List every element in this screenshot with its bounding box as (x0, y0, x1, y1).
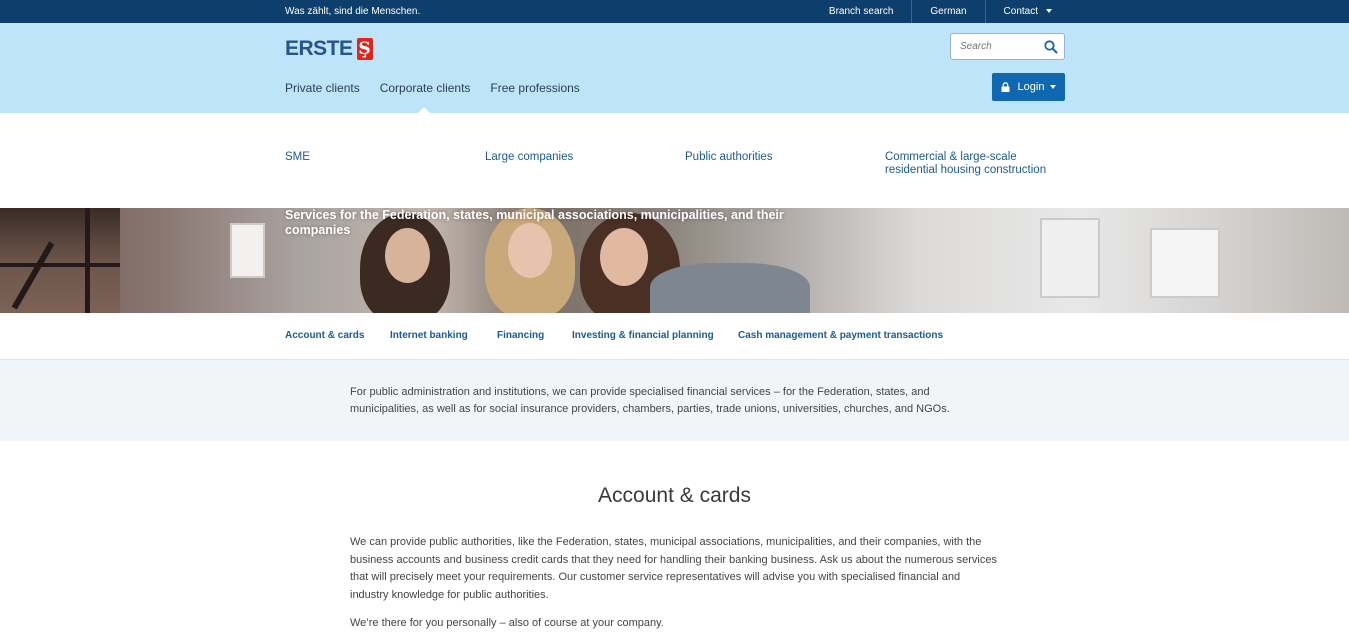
section-tabs: Account & cards Internet banking Financi… (0, 313, 1349, 360)
tab-cash-management[interactable]: Cash management & payment transactions (738, 330, 943, 341)
caret-down-icon (1046, 9, 1052, 14)
subnav-large-companies[interactable]: Large companies (485, 151, 675, 164)
slogan: Was zählt, sind die Menschen. (285, 6, 421, 17)
login-label: Login (1017, 81, 1045, 93)
hero-photo-jacket (650, 263, 810, 313)
content-paragraph: We can provide public authorities, like … (350, 536, 997, 601)
erste-logo[interactable]: ERSTE Ş (285, 37, 373, 61)
search-box (950, 33, 1065, 60)
tab-account-cards[interactable]: Account & cards (285, 330, 364, 341)
search-icon[interactable] (1043, 39, 1059, 55)
subnav-commercial-housing[interactable]: Commercial & large-scale residential hou… (885, 151, 1060, 177)
lock-icon (1001, 82, 1010, 92)
top-links: Branch search German Contact (811, 0, 1064, 23)
hero-title: Services for the Federation, states, mun… (285, 208, 784, 237)
hero-photo-window (1040, 218, 1100, 298)
main-nav: Private clients Corporate clients Free p… (285, 81, 600, 113)
logo-text: ERSTE (285, 37, 353, 60)
tab-internet-banking[interactable]: Internet banking (390, 330, 468, 341)
top-bar: Was zählt, sind die Menschen. Branch sea… (0, 0, 1349, 23)
login-button[interactable]: Login (992, 73, 1065, 101)
branch-search-link[interactable]: Branch search (811, 0, 911, 23)
subnav-public-authorities[interactable]: Public authorities (685, 151, 875, 164)
subnav-sme[interactable]: SME (285, 151, 475, 164)
hero-photo-window (1150, 228, 1220, 298)
content-paragraph: We’re there for you personally – also of… (350, 617, 664, 629)
nav-corporate-clients[interactable]: Corporate clients (380, 81, 470, 113)
hero-photo-beam (85, 208, 90, 313)
sparkasse-s-icon: Ş (356, 38, 373, 60)
tab-financing[interactable]: Financing (497, 330, 544, 341)
caret-down-icon (1050, 85, 1057, 89)
hero-photo-beam (0, 263, 120, 267)
tab-investing[interactable]: Investing & financial planning (572, 330, 714, 341)
hero-banner: Services for the Federation, states, mun… (0, 208, 1349, 313)
contact-label: Contact (1003, 6, 1038, 17)
intro-text: For public administration and institutio… (350, 386, 950, 415)
nav-private-clients[interactable]: Private clients (285, 81, 360, 95)
hero-photo-window (230, 223, 265, 278)
logo-mark-glyph: Ş (358, 39, 371, 59)
site-header: ERSTE Ş Private clients Corporate client… (0, 23, 1349, 113)
corporate-subnav: SME Large companies Public authorities C… (0, 113, 1349, 208)
language-link[interactable]: German (911, 0, 984, 23)
nav-free-professions[interactable]: Free professions (490, 81, 579, 95)
intro-section: For public administration and institutio… (0, 360, 1349, 441)
search-input[interactable] (951, 34, 1041, 59)
contact-link[interactable]: Contact (984, 0, 1064, 23)
section-heading: Account & cards (598, 484, 751, 507)
